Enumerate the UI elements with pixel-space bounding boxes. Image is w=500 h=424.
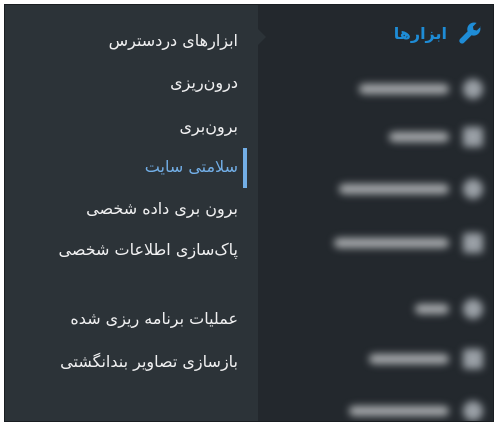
blurred-label bbox=[389, 132, 449, 142]
blurred-icon bbox=[463, 79, 483, 99]
blurred-menu-item[interactable] bbox=[283, 125, 483, 149]
blurred-label bbox=[415, 304, 449, 314]
blurred-icon bbox=[463, 179, 483, 199]
blurred-icon bbox=[463, 349, 483, 369]
admin-sidebar-frame: ابزارها ابزارها bbox=[4, 4, 494, 422]
tools-submenu: ابزارهای دردسترس درون‌ریزی برون‌بری سلام… bbox=[5, 5, 258, 421]
blurred-icon bbox=[463, 233, 483, 253]
blurred-menu-item[interactable] bbox=[283, 77, 483, 101]
submenu-item-export[interactable]: برون‌بری bbox=[28, 113, 238, 141]
blurred-icon bbox=[463, 299, 483, 319]
current-item-indicator bbox=[243, 148, 247, 188]
submenu-pointer bbox=[258, 29, 266, 45]
submenu-item-site-health[interactable]: سلامتی سایت bbox=[28, 153, 238, 181]
blurred-label bbox=[369, 354, 449, 364]
submenu-item-erase-personal-data[interactable]: پاک‌سازی اطلاعات شخصی bbox=[28, 236, 238, 264]
blurred-menu-item[interactable] bbox=[283, 297, 483, 321]
blurred-menu-item[interactable] bbox=[283, 231, 483, 255]
blurred-label bbox=[349, 406, 449, 416]
submenu-item-scheduled-actions[interactable]: عملیات برنامه ریزی شده bbox=[28, 305, 238, 333]
submenu-item-regenerate-thumbnails[interactable]: بازسازی تصاویر بندانگشتی bbox=[28, 348, 238, 376]
blurred-label bbox=[339, 184, 449, 194]
blurred-menu-item[interactable] bbox=[283, 347, 483, 371]
admin-main-menu: ابزارها bbox=[258, 5, 493, 421]
menu-item-tools[interactable]: ابزارها bbox=[269, 13, 489, 53]
blurred-menu-item[interactable] bbox=[283, 399, 483, 421]
submenu-item-export-personal-data[interactable]: برون بری داده شخصی bbox=[28, 195, 238, 223]
submenu-item-available-tools[interactable]: ابزارهای دردسترس bbox=[28, 27, 238, 55]
menu-item-tools-label: ابزارها bbox=[393, 23, 447, 43]
blurred-icon bbox=[463, 401, 483, 421]
blurred-icon bbox=[463, 127, 483, 147]
wrench-icon bbox=[455, 18, 485, 48]
blurred-label bbox=[334, 238, 449, 248]
submenu-item-import[interactable]: درون‌ریزی bbox=[28, 69, 238, 97]
blurred-menu-item[interactable] bbox=[283, 177, 483, 201]
blurred-label bbox=[359, 84, 449, 94]
